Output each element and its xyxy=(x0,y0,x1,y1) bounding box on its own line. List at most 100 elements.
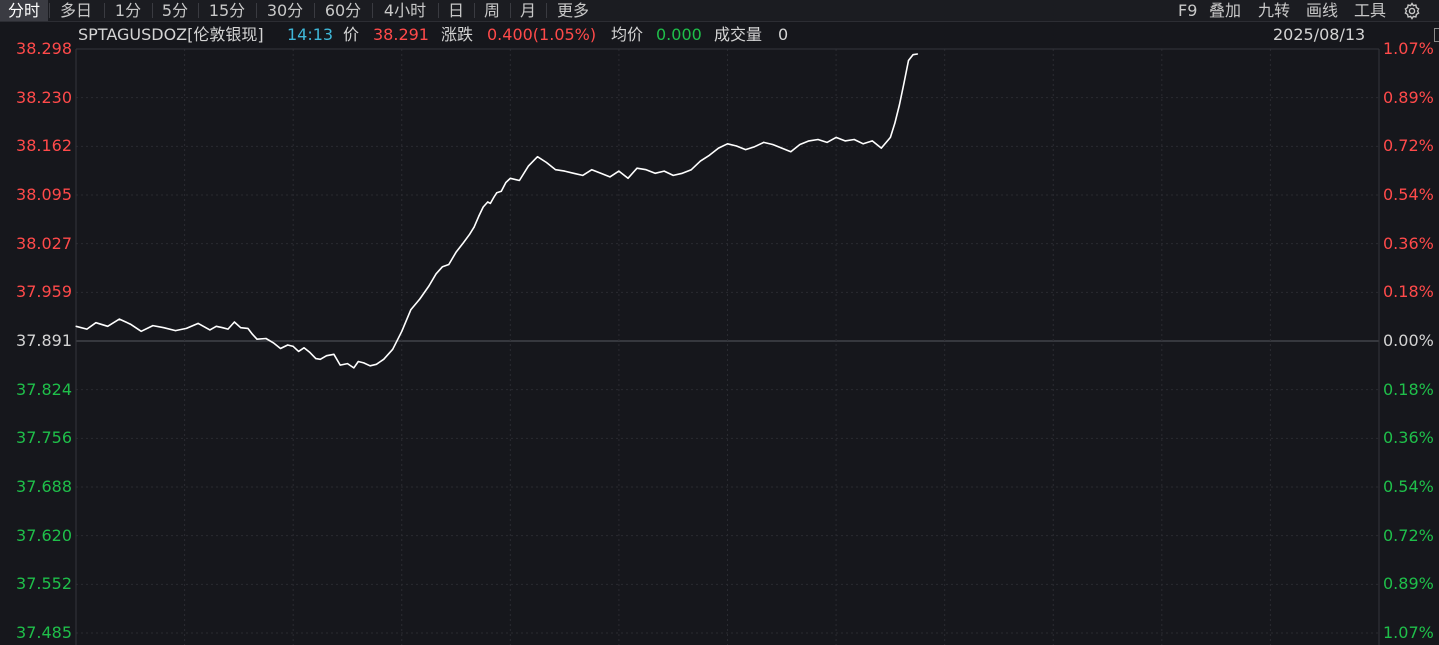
price-point xyxy=(369,365,371,367)
price-point xyxy=(487,201,489,203)
pct-tick-label: 1.07% xyxy=(1383,39,1434,58)
price-point xyxy=(209,329,211,331)
price-point xyxy=(326,355,328,357)
price-point xyxy=(690,169,692,171)
price-point xyxy=(95,322,97,324)
price-point xyxy=(215,325,217,327)
price-point xyxy=(518,179,520,182)
pct-tick-label: 0.54% xyxy=(1383,185,1434,204)
price-point xyxy=(500,190,502,192)
price-point xyxy=(297,350,300,353)
price-point xyxy=(227,328,229,330)
price-point xyxy=(609,176,611,178)
pct-tick-label: 0.89% xyxy=(1383,87,1434,107)
price-point xyxy=(152,324,154,327)
price-point xyxy=(903,82,905,85)
price-point xyxy=(435,273,437,275)
price-point xyxy=(509,177,511,179)
y-tick-label: 37.756 xyxy=(16,428,72,448)
y-tick-label: 38.298 xyxy=(16,39,72,58)
price-point xyxy=(536,156,539,158)
chart-grid xyxy=(75,48,1380,645)
price-point xyxy=(339,364,341,366)
price-point xyxy=(894,122,896,124)
price-point xyxy=(744,148,747,151)
price-point xyxy=(672,174,674,177)
price-point xyxy=(185,327,187,330)
price-point xyxy=(287,344,289,346)
price-point xyxy=(754,146,756,148)
y-tick-label: 38.027 xyxy=(16,233,72,253)
price-point xyxy=(256,338,258,340)
price-point xyxy=(251,333,254,335)
price-point xyxy=(844,140,846,142)
price-point xyxy=(772,143,774,146)
pct-tick-label: 0.72% xyxy=(1383,136,1434,156)
price-point xyxy=(835,136,837,138)
price-point xyxy=(489,202,492,205)
price-point xyxy=(554,169,557,171)
price-point xyxy=(699,160,701,162)
price-point xyxy=(140,330,142,332)
y-tick-label: 37.824 xyxy=(16,379,72,399)
price-point xyxy=(247,327,249,330)
price-point xyxy=(346,363,349,365)
price-point xyxy=(573,172,575,174)
price-point xyxy=(383,358,385,360)
pct-tick-label: 0.36% xyxy=(1383,428,1434,448)
price-point xyxy=(303,347,305,349)
price-point xyxy=(292,345,294,347)
price-point xyxy=(308,351,311,353)
price-point xyxy=(545,161,548,164)
price-point xyxy=(898,104,901,106)
price-point xyxy=(826,141,828,143)
price-point xyxy=(527,165,530,167)
price-point xyxy=(315,357,317,360)
price-point xyxy=(871,140,873,142)
price-point xyxy=(401,330,403,332)
price-point xyxy=(564,170,566,172)
price-point xyxy=(392,348,394,350)
price-point xyxy=(582,174,584,177)
y-tick-label: 37.485 xyxy=(16,623,72,642)
y-tick-label: 37.620 xyxy=(16,525,72,545)
price-point xyxy=(233,321,235,323)
price-point xyxy=(363,362,365,364)
price-point xyxy=(907,59,910,62)
price-point xyxy=(493,196,495,198)
price-point xyxy=(353,367,355,369)
y-tick-label: 37.891 xyxy=(16,331,72,350)
price-point xyxy=(462,242,464,244)
price-point xyxy=(265,337,267,340)
chart-window: 分时 多日 1分 5分 15分 30分 60分 4小时 日 周 月 更多 F9 … xyxy=(0,0,1439,645)
price-point xyxy=(129,323,131,325)
price-line-layer xyxy=(75,53,919,369)
price-point xyxy=(163,327,165,329)
price-point xyxy=(319,358,321,360)
pct-tick-label: 1.07% xyxy=(1383,623,1434,642)
price-point xyxy=(853,138,855,141)
price-point xyxy=(448,263,450,266)
price-point xyxy=(441,266,444,268)
price-point xyxy=(428,285,430,287)
price-point xyxy=(627,177,629,179)
price-point xyxy=(469,233,471,235)
pct-tick-label: 0.18% xyxy=(1383,379,1434,399)
price-point xyxy=(817,138,819,141)
price-point xyxy=(473,226,475,228)
price-point xyxy=(482,206,484,208)
price-point xyxy=(505,182,507,184)
pct-tick-label: 0.72% xyxy=(1383,525,1434,545)
price-point xyxy=(240,327,242,329)
price-point xyxy=(496,192,498,194)
price-point xyxy=(862,143,864,145)
price-point xyxy=(272,342,274,344)
pct-tick-label: 0.89% xyxy=(1383,574,1434,594)
price-point xyxy=(591,169,593,171)
pct-tick-label: 0.00% xyxy=(1383,331,1434,350)
price-chart[interactable] xyxy=(0,0,1439,645)
price-point xyxy=(916,53,919,55)
price-point xyxy=(790,151,792,153)
price-point xyxy=(75,325,77,327)
price-point xyxy=(118,318,121,320)
